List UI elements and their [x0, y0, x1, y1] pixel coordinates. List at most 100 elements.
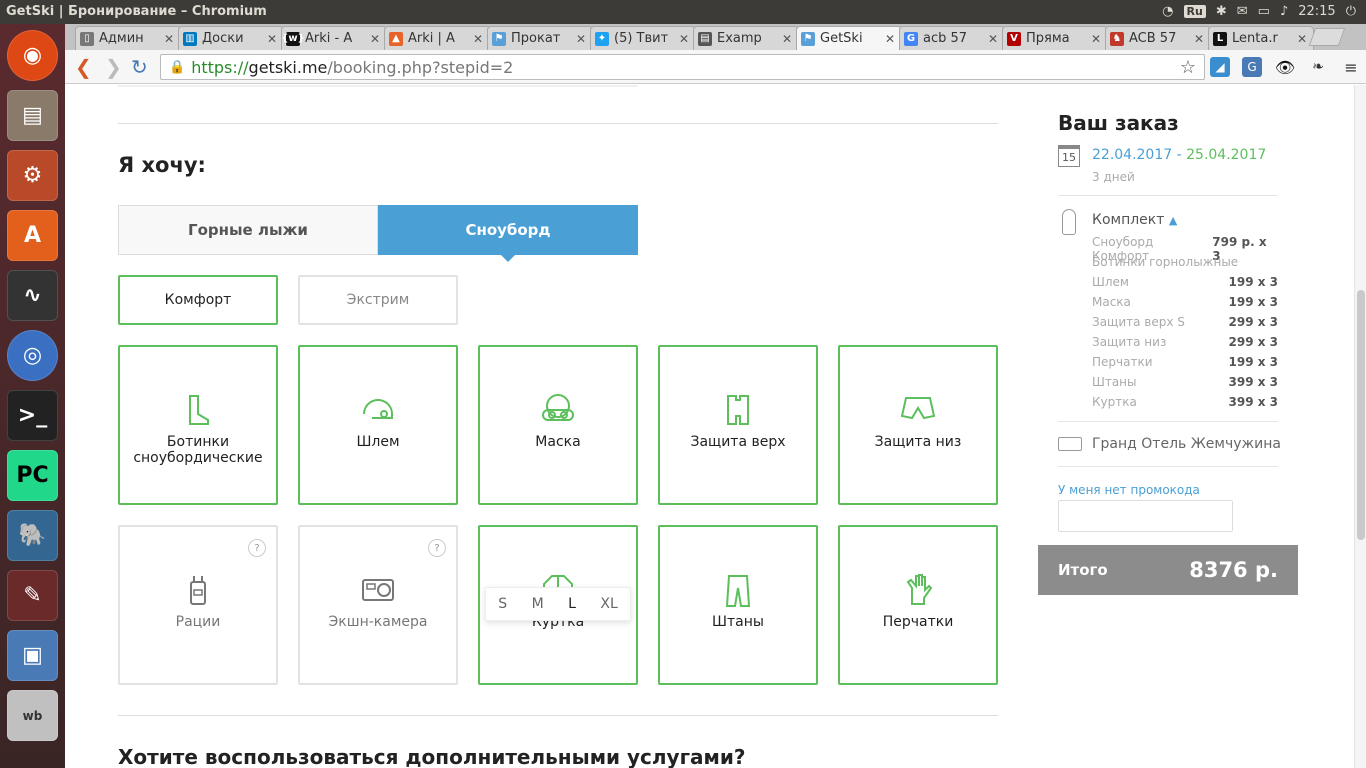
- extension-icon[interactable]: ◢: [1210, 57, 1230, 77]
- power-icon[interactable]: ⏻: [1346, 4, 1356, 19]
- forward-button[interactable]: ❯: [105, 55, 122, 79]
- kit-toggle[interactable]: Комплект ▲: [1092, 212, 1177, 228]
- equipment-card[interactable]: Шлем: [298, 345, 458, 505]
- browser-tab[interactable]: Gacb 57 ✕: [899, 26, 1005, 50]
- tab-close-icon[interactable]: ✕: [883, 32, 897, 46]
- goggles-icon: [542, 394, 574, 421]
- chromium-icon[interactable]: ◎: [7, 330, 58, 381]
- new-tab-button[interactable]: [1308, 28, 1346, 46]
- remote-desktop-icon[interactable]: ▣: [7, 630, 58, 681]
- tab-close-icon[interactable]: ✕: [1089, 32, 1103, 46]
- volume-icon[interactable]: ♪: [1280, 4, 1288, 19]
- equipment-card[interactable]: Защита верх: [658, 345, 818, 505]
- tab-title: acb 57: [923, 31, 968, 46]
- divider: [1058, 466, 1278, 467]
- level-extreme-button[interactable]: Экстрим: [298, 275, 458, 325]
- pgadmin-icon[interactable]: 🐘: [7, 510, 58, 561]
- browser-tab[interactable]: V Пряма ✕: [1002, 26, 1108, 50]
- help-icon[interactable]: ?: [248, 539, 266, 557]
- tab-title: (5) Твит: [614, 31, 669, 46]
- browser-tab[interactable]: ▲ Arki | A ✕: [384, 26, 490, 50]
- tab-close-icon[interactable]: ✕: [162, 32, 176, 46]
- tab-title: Доски: [202, 31, 244, 46]
- order-item-name: Сноуборд Комфорт: [1092, 235, 1154, 263]
- browser-tab[interactable]: L Lenta.r ✕: [1208, 26, 1314, 50]
- address-bar[interactable]: 🔒 https:// getski.me /booking.php?stepid…: [160, 54, 1205, 80]
- ubuntu-dash-icon[interactable]: ◉: [7, 30, 58, 81]
- scrollbar-thumb[interactable]: [1357, 290, 1365, 540]
- tab-close-icon[interactable]: ✕: [471, 32, 485, 46]
- tab-title: Прокат: [511, 31, 561, 46]
- files-icon[interactable]: ▤: [7, 90, 58, 141]
- browser-tab[interactable]: {w} Arki - A ✕: [281, 26, 387, 50]
- clock[interactable]: 22:15: [1298, 4, 1335, 19]
- terminal-icon[interactable]: >_: [7, 390, 58, 441]
- order-item-name: Маска: [1092, 295, 1131, 309]
- reload-button[interactable]: ↻: [131, 55, 148, 79]
- keyboard-layout-indicator[interactable]: Ru: [1183, 5, 1206, 18]
- tab-close-icon[interactable]: ✕: [1192, 32, 1206, 46]
- bluetooth-icon[interactable]: ✱: [1216, 4, 1227, 19]
- tab-title: Examp: [717, 31, 762, 46]
- translate-icon[interactable]: G: [1242, 57, 1262, 77]
- tab-favicon-icon: ▤: [698, 31, 712, 46]
- mail-icon[interactable]: ✉: [1237, 4, 1248, 19]
- tab-close-icon[interactable]: ✕: [780, 32, 794, 46]
- promo-code-input[interactable]: [1058, 500, 1233, 532]
- menu-icon[interactable]: ≡: [1341, 57, 1361, 77]
- order-item-row: Куртка 399 x 3: [1092, 395, 1278, 411]
- browser-tab[interactable]: ▥ Доски ✕: [178, 26, 284, 50]
- equipment-card[interactable]: Защита низ: [838, 345, 998, 505]
- back-button[interactable]: ❮: [75, 55, 92, 79]
- equipment-card[interactable]: Ботинки сноубордические: [118, 345, 278, 505]
- bookmark-star-icon[interactable]: ☆: [1180, 57, 1196, 78]
- evernote-icon[interactable]: ❧: [1308, 57, 1328, 77]
- equipment-card[interactable]: Рации?: [118, 525, 278, 685]
- no-promo-link[interactable]: У меня нет промокода: [1058, 483, 1200, 497]
- tab-close-icon[interactable]: ✕: [265, 32, 279, 46]
- pants-icon: [725, 575, 751, 607]
- order-item-price: 199 x 3: [1228, 355, 1279, 369]
- tab-close-icon[interactable]: ✕: [574, 32, 588, 46]
- walkie-talkie-icon: [190, 576, 206, 605]
- size-option-l[interactable]: L: [568, 596, 576, 612]
- settings-icon[interactable]: ⚙: [7, 150, 58, 201]
- browser-tab[interactable]: ⚑ Прокат ✕: [487, 26, 593, 50]
- tab-close-icon[interactable]: ✕: [368, 32, 382, 46]
- paint-icon[interactable]: ✎: [7, 570, 58, 621]
- browser-tab[interactable]: ⚑ GetSki ✕: [796, 26, 902, 50]
- size-option-m[interactable]: M: [532, 596, 544, 612]
- size-option-xl[interactable]: XL: [600, 596, 617, 612]
- equipment-card[interactable]: Перчатки: [838, 525, 998, 685]
- wifi-icon[interactable]: ◔: [1162, 4, 1173, 19]
- pycharm-icon[interactable]: PC: [7, 450, 58, 501]
- equipment-card[interactable]: Штаны: [658, 525, 818, 685]
- eye-icon[interactable]: 👁: [1275, 57, 1295, 77]
- order-item-name: Защита верх S: [1092, 315, 1185, 329]
- scrollbar[interactable]: [1354, 85, 1366, 768]
- tab-ski[interactable]: Горные лыжи: [118, 205, 378, 255]
- size-option-s[interactable]: S: [498, 596, 507, 612]
- tab-close-icon[interactable]: ✕: [1295, 32, 1309, 46]
- size-picker: S M L XL: [485, 587, 631, 621]
- order-item-row: Ботинки горнолыжные: [1092, 255, 1278, 271]
- level-comfort-button[interactable]: Комфорт: [118, 275, 278, 325]
- browser-tab[interactable]: ▤ Examp ✕: [693, 26, 799, 50]
- tab-snowboard[interactable]: Сноуборд: [378, 205, 638, 262]
- battery-icon[interactable]: ▭: [1258, 4, 1270, 19]
- equipment-card[interactable]: Куртка S M L XL: [478, 525, 638, 685]
- browser-tab[interactable]: ✦ (5) Твит ✕: [590, 26, 696, 50]
- tab-close-icon[interactable]: ✕: [677, 32, 691, 46]
- workbench-icon[interactable]: wb: [7, 690, 58, 741]
- equipment-card[interactable]: Экшн-камера?: [298, 525, 458, 685]
- browser-tab[interactable]: ♞ ACB 57 ✕: [1105, 26, 1211, 50]
- help-icon[interactable]: ?: [428, 539, 446, 557]
- system-monitor-icon[interactable]: ∿: [7, 270, 58, 321]
- date-to: 25.04.2017: [1186, 147, 1267, 163]
- equipment-card[interactable]: Маска: [478, 345, 638, 505]
- order-panel: Ваш заказ 15 22.04.2017 - 25.04.2017 3 д…: [1038, 85, 1298, 595]
- tab-close-icon[interactable]: ✕: [986, 32, 1000, 46]
- browser-tab[interactable]: ▯ Админ ✕: [75, 26, 181, 50]
- software-center-icon[interactable]: A: [7, 210, 58, 261]
- browser-tab-bar: ▯ Админ ✕ ▥ Доски ✕ {w} Arki - A ✕ ▲ Arki | A ✕ ⚑ Про…: [65, 24, 1366, 50]
